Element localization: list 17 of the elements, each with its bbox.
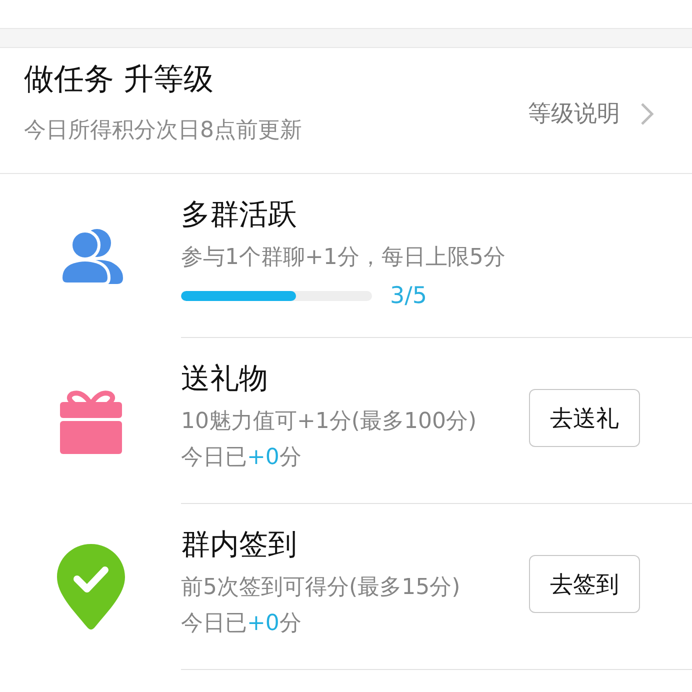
check-pin-icon xyxy=(56,544,124,630)
header-title: 做任务 升等级 xyxy=(24,62,215,98)
level-info-link[interactable]: 等级说明 xyxy=(528,98,620,130)
task-title: 多群活跃 xyxy=(181,196,298,232)
chevron-right-icon xyxy=(640,102,654,126)
today-points-text: 今日已+0分 xyxy=(181,610,302,638)
progress-reading: 3/5 xyxy=(390,282,428,310)
header-subtitle: 今日所得积分次日8点前更新 xyxy=(24,117,302,145)
task-description: 前5次签到可得分(最多15分) xyxy=(181,574,462,602)
task-description: 10魅力值可+1分(最多100分) xyxy=(181,408,478,436)
today-points-text: 今日已+0分 xyxy=(181,444,302,472)
task-title: 群内签到 xyxy=(181,526,298,562)
task-description: 参与1个群聊+1分，每日上限5分 xyxy=(181,244,506,272)
task-title: 送礼物 xyxy=(181,360,269,396)
gift-icon xyxy=(60,388,122,454)
action-button[interactable]: 去送礼 xyxy=(529,389,640,447)
action-button[interactable]: 去签到 xyxy=(529,555,640,613)
